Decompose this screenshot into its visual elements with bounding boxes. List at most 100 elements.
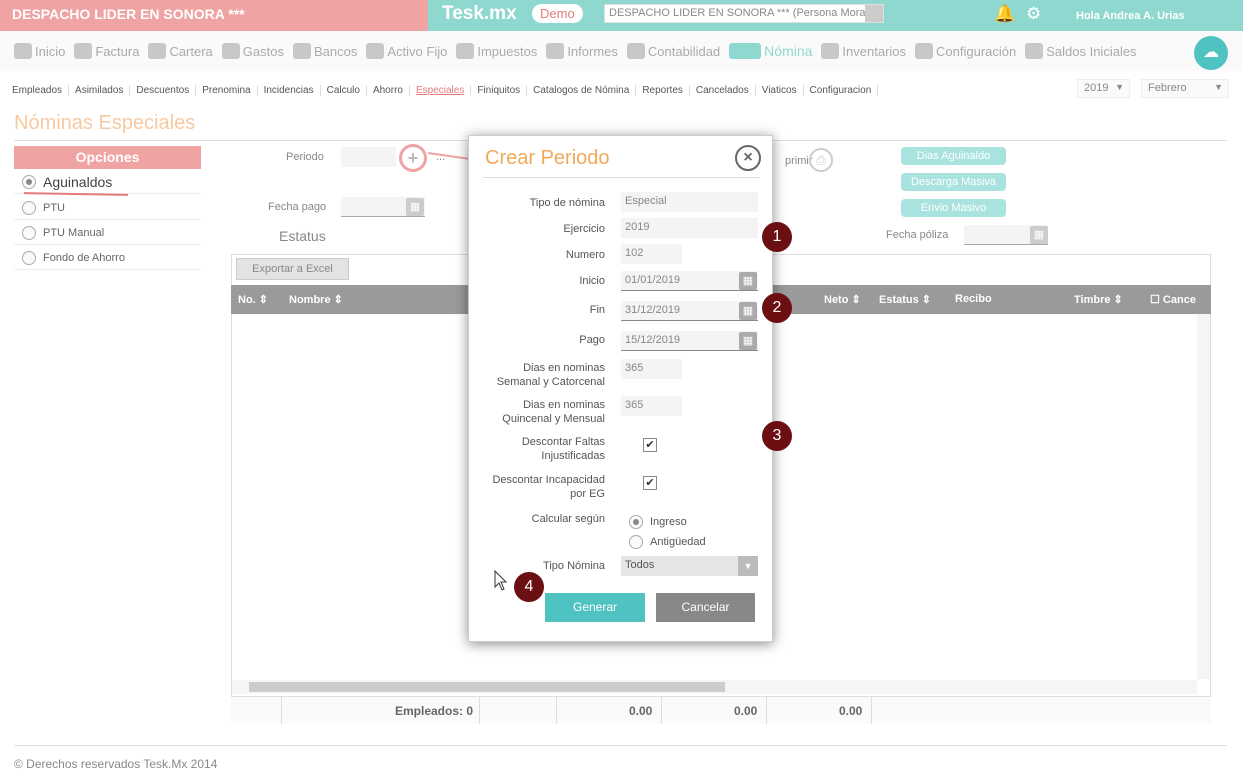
col-neto[interactable]: Neto ⇕ <box>824 293 861 306</box>
tipo-nomina-select[interactable]: Todos ▼ <box>621 556 758 576</box>
subnav-descuentos[interactable]: Descuentos <box>130 84 197 96</box>
cloud-brain-icon[interactable]: ☁ <box>1194 36 1228 70</box>
subnav-viaticos[interactable]: Viaticos <box>756 84 804 96</box>
descarga-masiva-button[interactable]: Descarga Masiva <box>901 173 1006 191</box>
bell-icon[interactable]: 🔔 <box>994 4 1015 24</box>
radio-icon[interactable] <box>22 225 36 240</box>
option-label: Fondo de Ahorro <box>43 251 125 264</box>
pago-input[interactable]: 15/12/2019 <box>621 331 758 351</box>
cancelar-button[interactable]: Cancelar <box>656 593 755 622</box>
calc-antiguedad-option[interactable]: Antigüedad <box>629 535 706 549</box>
company-select[interactable]: DESPACHO LIDER EN SONORA *** (Persona Mo… <box>604 4 884 23</box>
col-cancel[interactable]: ☐ Cance <box>1150 293 1196 306</box>
nav-factura[interactable]: Factura <box>74 43 139 59</box>
month-select[interactable]: Febrero ▼ <box>1141 79 1229 98</box>
nav-gastos[interactable]: Gastos <box>221 43 284 59</box>
subnav-incidencias[interactable]: Incidencias <box>258 84 321 96</box>
numero-field: 102 <box>621 244 682 264</box>
dias-quincenal-input[interactable]: 365 <box>621 396 682 416</box>
radio-icon[interactable] <box>22 174 36 189</box>
scroll-thumb[interactable] <box>249 682 725 692</box>
subnav-configuracion[interactable]: Configuracion <box>804 84 879 96</box>
col-no[interactable]: No. ⇕ <box>238 293 268 306</box>
brand-logo[interactable]: Tesk.mx <box>442 3 517 25</box>
col-label: Neto <box>824 294 849 306</box>
nav-contabilidad[interactable]: Contabilidad <box>626 43 720 59</box>
descontar-faltas-checkbox[interactable]: ✔ <box>643 438 657 452</box>
bank-icon <box>292 43 311 59</box>
fin-input[interactable]: 31/12/2019 <box>621 301 758 321</box>
ejercicio-field: 2019 <box>621 218 758 238</box>
subnav-especiales[interactable]: Especiales <box>410 84 472 96</box>
user-greeting[interactable]: Hola Andrea A. Urias <box>1076 10 1185 22</box>
generar-button[interactable]: Generar <box>545 593 645 622</box>
fecha-poliza-label: Fecha póliza <box>886 229 949 241</box>
nav-informes[interactable]: Informes <box>546 43 618 59</box>
dias-aguinaldo-button[interactable]: Dias Aguinaldo <box>901 147 1006 165</box>
estatus-label: Estatus <box>279 228 326 244</box>
radio-icon[interactable] <box>22 250 36 265</box>
col-timbre[interactable]: Timbre ⇕ <box>1074 293 1123 306</box>
option-label: Antigüedad <box>650 536 706 548</box>
nav-label: Gastos <box>242 43 284 59</box>
nav-activo-fijo[interactable]: Activo Fijo <box>366 43 447 59</box>
nav-bancos[interactable]: Bancos <box>292 43 357 59</box>
envio-masivo-button[interactable]: Envio Masivo <box>901 199 1006 217</box>
col-estatus[interactable]: Estatus ⇕ <box>879 293 931 306</box>
col-label: Estatus <box>879 294 919 306</box>
vertical-scrollbar[interactable] <box>1197 314 1210 679</box>
col-nombre[interactable]: Nombre ⇕ <box>289 293 343 306</box>
crear-periodo-dialog: Crear Periodo × Tipo de nómina Especial … <box>468 135 773 642</box>
nav-inicio[interactable]: Inicio <box>14 43 65 59</box>
calc-ingreso-option[interactable]: Ingreso <box>629 515 687 529</box>
calendar-icon[interactable]: ▦ <box>406 198 424 216</box>
step-marker-4: 4 <box>514 572 544 602</box>
nav-label: Inicio <box>35 43 66 59</box>
subnav-catalogos[interactable]: Catalogos de Nómina <box>527 84 637 96</box>
radio-icon[interactable] <box>22 200 36 215</box>
divider <box>483 177 760 178</box>
company-select-value: DESPACHO LIDER EN SONORA *** (Persona Mo… <box>609 7 866 19</box>
subnav-ahorro[interactable]: Ahorro <box>367 84 410 96</box>
nav-configuracion[interactable]: Configuración <box>915 43 1016 59</box>
step-marker-3: 3 <box>762 421 792 451</box>
subnav-finiquitos[interactable]: Finiquitos <box>471 84 528 96</box>
subnav-calculo[interactable]: Calculo <box>321 84 367 96</box>
label-line: Descontar Incapacidad <box>492 474 605 486</box>
descontar-incapacidad-checkbox[interactable]: ✔ <box>643 476 657 490</box>
wrench-icon <box>915 43 934 59</box>
subnav-prenomina[interactable]: Prenomina <box>196 84 258 96</box>
calendar-icon[interactable]: ▦ <box>1030 226 1048 244</box>
nav-cartera[interactable]: Cartera <box>148 43 213 59</box>
calendar-icon[interactable]: ▦ <box>739 332 757 350</box>
nav-impuestos[interactable]: Impuestos <box>456 43 537 59</box>
option-aguinaldos[interactable]: Aguinaldos <box>14 170 201 194</box>
add-period-button[interactable]: + <box>399 144 427 172</box>
nav-saldos-iniciales[interactable]: Saldos Iniciales <box>1025 43 1137 59</box>
subnav-reportes[interactable]: Reportes <box>636 84 690 96</box>
close-icon[interactable]: × <box>735 145 761 171</box>
subnav-asimilados[interactable]: Asimilados <box>69 84 131 96</box>
option-ptu[interactable]: PTU <box>14 196 201 220</box>
inicio-label: Inicio <box>579 275 605 287</box>
export-excel-button[interactable]: Exportar a Excel <box>236 258 349 280</box>
printer-icon[interactable]: ⎙ <box>809 148 833 172</box>
nav-label: Activo Fijo <box>387 43 448 59</box>
calendar-icon[interactable]: ▦ <box>739 302 757 320</box>
nav-nomina[interactable]: Nómina <box>729 43 812 59</box>
col-recibo[interactable]: Recibo <box>955 293 992 305</box>
subnav-empleados[interactable]: Empleados <box>6 84 70 96</box>
chevron-down-icon[interactable] <box>865 5 883 22</box>
gear-icon[interactable]: ⚙ <box>1026 4 1041 24</box>
option-fondo-ahorro[interactable]: Fondo de Ahorro <box>14 246 201 270</box>
subnav-cancelados[interactable]: Cancelados <box>690 84 756 96</box>
year-select[interactable]: 2019 ▼ <box>1077 79 1130 98</box>
radio-icon[interactable] <box>629 515 643 529</box>
option-ptu-manual[interactable]: PTU Manual <box>14 221 201 245</box>
nav-inventarios[interactable]: Inventarios <box>821 43 906 59</box>
dias-semanal-input[interactable]: 365 <box>621 359 682 379</box>
calendar-icon[interactable]: ▦ <box>739 272 757 290</box>
inicio-input[interactable]: 01/01/2019 <box>621 271 758 291</box>
periodo-select[interactable] <box>341 147 396 167</box>
radio-icon[interactable] <box>629 535 643 549</box>
